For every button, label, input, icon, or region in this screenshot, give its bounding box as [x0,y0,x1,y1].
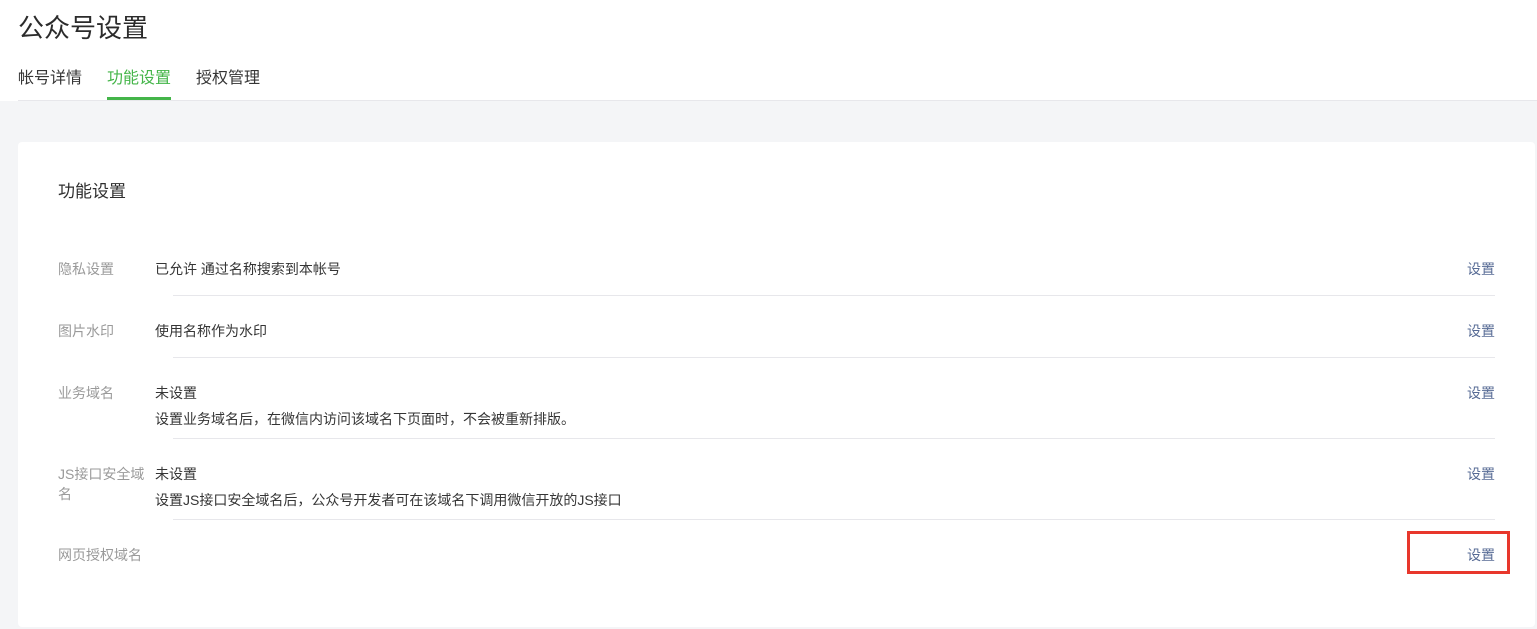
row-content: 使用名称作为水印 [155,321,1447,341]
row-content [155,545,1447,565]
row-label: 隐私设置 [58,259,155,279]
row-desc: 设置业务域名后，在微信内访问该域名下页面时，不会被重新排版。 [155,409,1447,429]
settings-row-image-watermark-action[interactable]: 设置 [1467,321,1495,341]
settings-row-oauth-domain: 网页授权域名 设置 [58,520,1495,582]
settings-row-privacy: 隐私设置 已允许 通过名称搜索到本帐号 设置 [58,234,1495,296]
row-desc: 设置JS接口安全域名后，公众号开发者可在该域名下调用微信开放的JS接口 [155,490,1447,510]
row-label: 网页授权域名 [58,545,155,565]
tab-feature-settings[interactable]: 功能设置 [107,70,171,100]
settings-row-business-domain: 业务域名 未设置 设置业务域名后，在微信内访问该域名下页面时，不会被重新排版。 … [58,358,1495,439]
row-label: 图片水印 [58,321,155,341]
settings-row-business-domain-action[interactable]: 设置 [1467,383,1495,403]
row-value: 使用名称作为水印 [155,321,1447,341]
row-label: 业务域名 [58,383,155,403]
row-value: 未设置 [155,464,1447,484]
page-title: 公众号设置 [18,0,1537,45]
row-value: 已允许 通过名称搜索到本帐号 [155,259,1447,279]
tab-account-details[interactable]: 帐号详情 [18,70,82,100]
tab-bar: 帐号详情功能设置授权管理 [18,70,1537,101]
row-value: 未设置 [155,383,1447,403]
feature-settings-card: 功能设置 隐私设置 已允许 通过名称搜索到本帐号 设置 图片水印 使用名称作为水… [18,142,1535,627]
row-label: JS接口安全域名 [58,464,155,504]
settings-row-image-watermark: 图片水印 使用名称作为水印 设置 [58,296,1495,358]
card-heading: 功能设置 [58,142,1495,202]
settings-rows: 隐私设置 已允许 通过名称搜索到本帐号 设置 图片水印 使用名称作为水印 设置 … [58,234,1495,582]
row-content: 未设置 设置JS接口安全域名后，公众号开发者可在该域名下调用微信开放的JS接口 [155,464,1447,510]
row-content: 未设置 设置业务域名后，在微信内访问该域名下页面时，不会被重新排版。 [155,383,1447,429]
row-content: 已允许 通过名称搜索到本帐号 [155,259,1447,279]
settings-row-privacy-action[interactable]: 设置 [1467,259,1495,279]
settings-row-js-api-safe-domain-action[interactable]: 设置 [1467,464,1495,484]
tab-authorization-management[interactable]: 授权管理 [196,70,260,100]
settings-row-js-api-safe-domain: JS接口安全域名 未设置 设置JS接口安全域名后，公众号开发者可在该域名下调用微… [58,439,1495,520]
page-header: 公众号设置 帐号详情功能设置授权管理 [0,0,1537,101]
settings-row-oauth-domain-action[interactable]: 设置 [1467,545,1495,565]
